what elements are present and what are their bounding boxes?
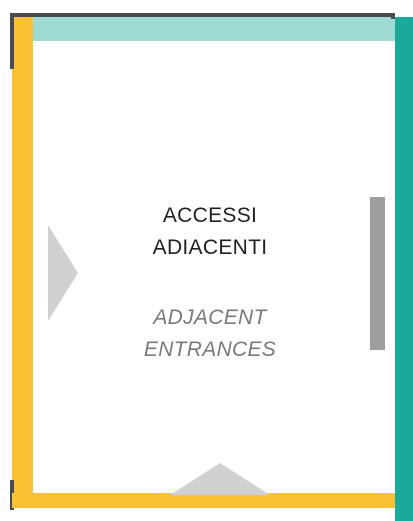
adjacent-entrance-marker bbox=[370, 197, 385, 350]
right-teal-wall bbox=[395, 17, 413, 521]
bottom-yellow-wall bbox=[12, 493, 395, 508]
right-edge-top-segment bbox=[391, 13, 395, 19]
entrance-labels: ACCESSI ADIACENTI ADJACENT ENTRANCES bbox=[60, 200, 360, 366]
italian-label-line1: ACCESSI bbox=[162, 204, 258, 227]
italian-label: ACCESSI ADIACENTI bbox=[60, 200, 360, 264]
left-edge-top-segment bbox=[10, 13, 14, 69]
italian-label-line2: ADIACENTI bbox=[152, 236, 268, 259]
english-label-line1: ADJACENT bbox=[153, 306, 267, 329]
left-yellow-wall bbox=[12, 17, 33, 508]
room-plan: ACCESSI ADIACENTI ADJACENT ENTRANCES bbox=[0, 0, 413, 521]
english-label-line2: ENTRANCES bbox=[143, 338, 277, 361]
english-label: ADJACENT ENTRANCES bbox=[60, 302, 360, 366]
top-teal-band bbox=[33, 17, 395, 41]
arrow-up-icon bbox=[170, 463, 270, 495]
